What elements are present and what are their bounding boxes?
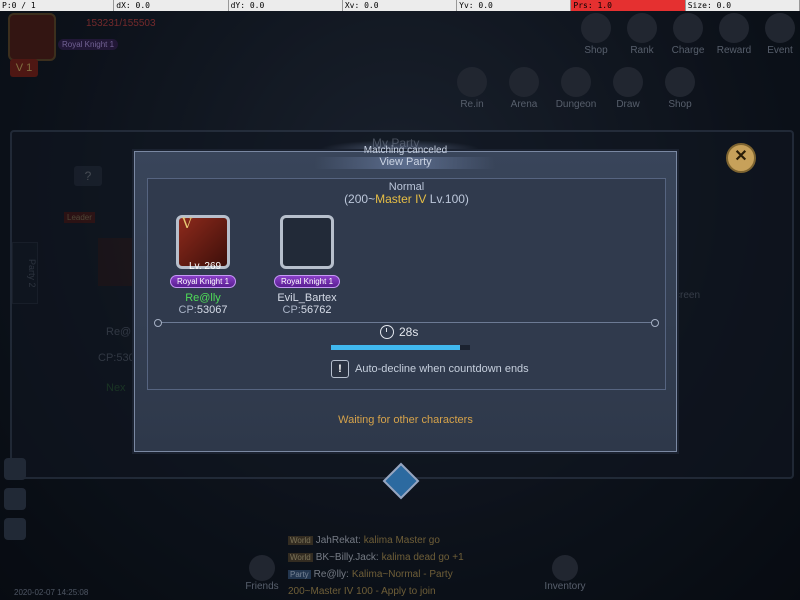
debug-overlay: P:0 / 1 dX: 0.0 dY: 0.0 Xv: 0.0 Yv: 0.0 …	[0, 0, 800, 11]
waiting-status: Waiting for other characters	[338, 414, 473, 426]
member-portrait	[280, 215, 334, 269]
rank-badge: Royal Knight 1	[273, 275, 341, 288]
divider-line	[154, 319, 659, 327]
debug-dx: dX: 0.0	[114, 0, 229, 11]
party-info-panel: Normal (200~Master IV Lv.100) V Lv. 269 …	[147, 178, 666, 390]
matching-status: Matching canceled	[363, 145, 448, 156]
dialog-title: View Party	[379, 156, 432, 168]
member-cp: CP:56762	[282, 304, 332, 316]
countdown-progress	[331, 345, 470, 350]
member-portrait: V Lv. 269	[176, 215, 230, 272]
party-member[interactable]: V Lv. 269 Royal Knight 1 Re@lly CP:53067	[148, 215, 258, 316]
countdown-progress-fill	[331, 345, 461, 350]
view-party-dialog: Matching canceled View Party Normal (200…	[134, 145, 677, 452]
rank-requirement: (200~Master IV Lv.100)	[344, 192, 469, 206]
countdown-timer: 28s	[380, 325, 418, 339]
rank-badge: Royal Knight 1	[169, 275, 237, 288]
close-button[interactable]: ✕	[726, 143, 756, 173]
clock-icon	[380, 325, 394, 339]
member-name: Re@lly	[185, 292, 221, 304]
debug-pressure: Prs: 1.0	[571, 0, 686, 11]
debug-xv: Xv: 0.0	[343, 0, 458, 11]
exclamation-icon: !	[331, 360, 349, 378]
debug-dy: dY: 0.0	[229, 0, 343, 11]
party-member[interactable]: Royal Knight 1 EviL_Bartex CP:56762	[252, 215, 362, 316]
debug-pointer: P:0 / 1	[0, 0, 115, 11]
debug-size: Size: 0.0	[686, 0, 800, 11]
auto-decline-notice: ! Auto-decline when countdown ends	[331, 360, 529, 378]
member-cp: CP:53067	[178, 304, 228, 316]
member-name: EviL_Bartex	[277, 292, 337, 304]
debug-yv: Yv: 0.0	[457, 0, 572, 11]
